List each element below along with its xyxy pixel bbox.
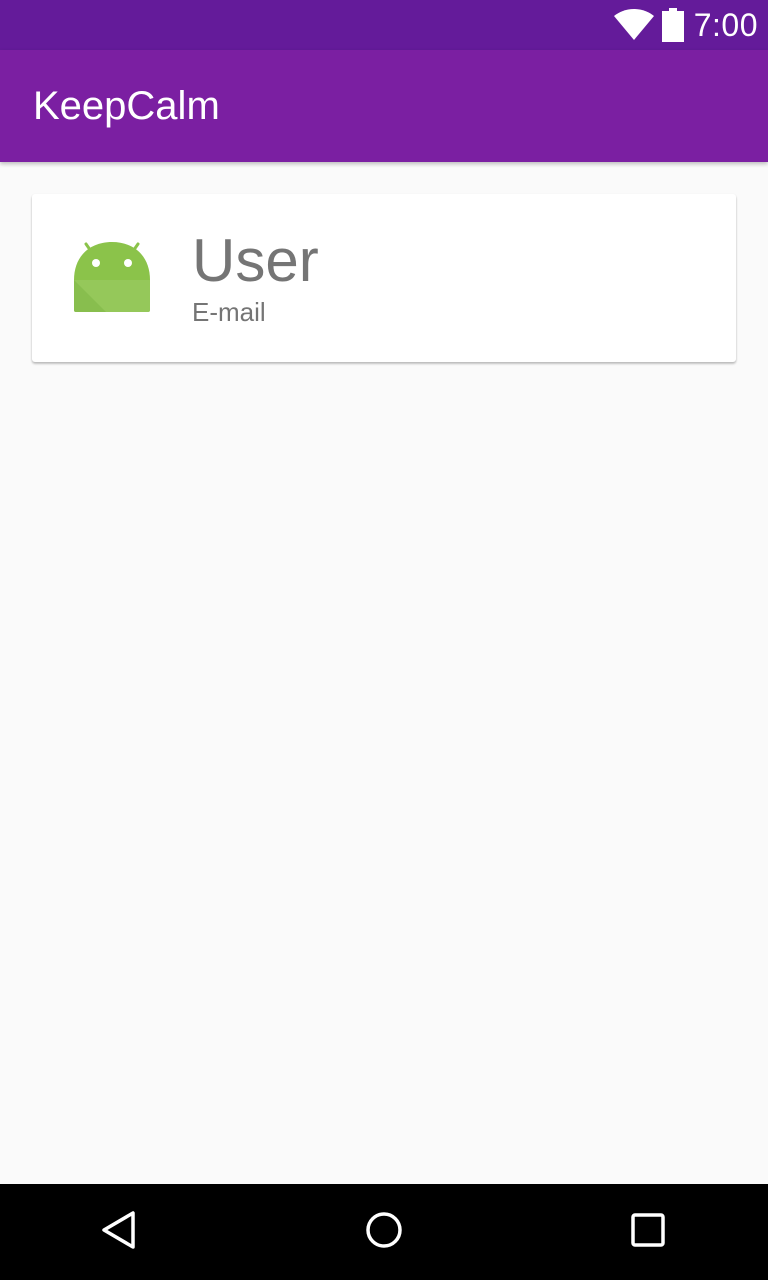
user-name: User	[192, 227, 319, 294]
status-bar: 7:00	[0, 0, 768, 50]
status-time: 7:00	[693, 6, 758, 43]
app-title: KeepCalm	[33, 84, 220, 128]
back-icon	[100, 1210, 140, 1255]
user-email: E-mail	[192, 297, 266, 327]
back-button[interactable]	[72, 1184, 168, 1280]
android-icon	[72, 232, 152, 312]
navigation-bar	[0, 1184, 768, 1280]
recents-icon	[628, 1210, 668, 1255]
user-card[interactable]: User E-mail	[32, 194, 736, 362]
recents-button[interactable]	[600, 1184, 696, 1280]
home-button[interactable]	[336, 1184, 432, 1280]
battery-icon	[661, 8, 684, 42]
wifi-icon	[613, 9, 654, 41]
screen: 7:00 KeepCalm User E-mail	[0, 0, 768, 1280]
app-bar: KeepCalm	[0, 50, 768, 162]
home-icon	[364, 1210, 404, 1255]
status-icons: 7:00	[613, 0, 758, 50]
